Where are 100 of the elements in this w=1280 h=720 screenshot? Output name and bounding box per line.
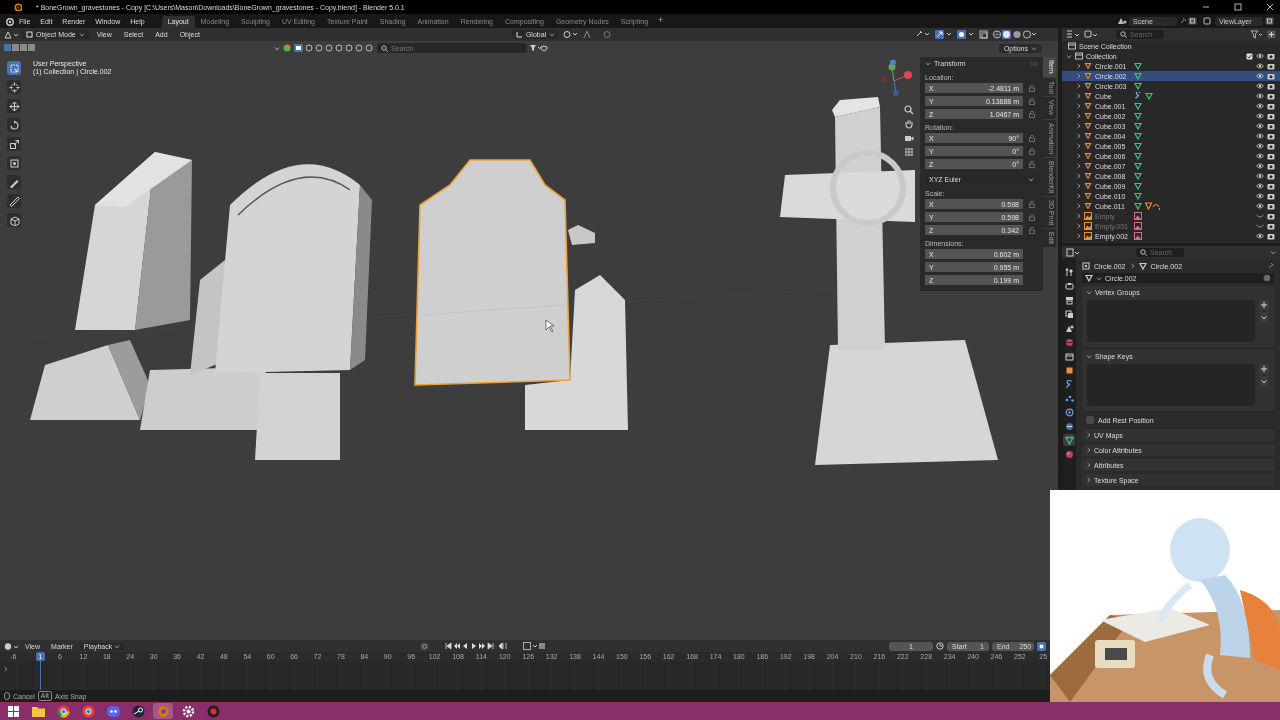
- eye-icon[interactable]: [1256, 183, 1264, 189]
- selection-modes-icon[interactable]: [4, 44, 38, 52]
- camera-icon[interactable]: [1267, 62, 1275, 70]
- properties-tab[interactable]: [1063, 350, 1075, 362]
- eye-icon[interactable]: [1256, 143, 1264, 149]
- camera-icon[interactable]: [1267, 222, 1275, 230]
- gizmo-toggle-icon[interactable]: [935, 30, 953, 39]
- tool-button[interactable]: [7, 156, 21, 170]
- caret-icon[interactable]: [925, 61, 931, 66]
- caret-icon[interactable]: [1086, 462, 1091, 468]
- grid-icon[interactable]: [904, 147, 914, 157]
- caret-icon[interactable]: [1086, 432, 1091, 438]
- camera-icon[interactable]: [1267, 182, 1275, 190]
- new-collection-icon[interactable]: [1267, 30, 1276, 39]
- dropdown-caret-icon[interactable]: [549, 32, 556, 37]
- dropdown-caret-icon[interactable]: [78, 32, 85, 37]
- editor-type-icon[interactable]: [1066, 247, 1080, 257]
- tool-button[interactable]: [7, 194, 21, 208]
- new-scene-icon[interactable]: [1188, 17, 1197, 25]
- eye-icon[interactable]: [1256, 83, 1264, 89]
- caret-icon[interactable]: [1086, 289, 1092, 295]
- time-settings-icon[interactable]: [1037, 641, 1046, 651]
- playback-controls-icon[interactable]: [445, 642, 510, 650]
- eye-icon[interactable]: [1256, 103, 1264, 109]
- properties-tab[interactable]: [1063, 266, 1075, 278]
- pin-icon[interactable]: [1179, 17, 1186, 25]
- minimize-icon[interactable]: [1202, 3, 1210, 11]
- camera-icon[interactable]: [1267, 102, 1275, 110]
- eye-icon[interactable]: [1256, 93, 1264, 99]
- camera-icon[interactable]: [1267, 142, 1275, 150]
- unlocked-icon[interactable]: [1029, 227, 1035, 234]
- camera-icon[interactable]: [1267, 72, 1275, 80]
- tool-button[interactable]: [7, 61, 21, 75]
- eye-icon[interactable]: [1256, 153, 1264, 159]
- visibility-icon[interactable]: [915, 30, 931, 39]
- object-type-filters-icon[interactable]: [293, 44, 374, 52]
- view-layer-icon[interactable]: [1203, 17, 1213, 25]
- caret-icon[interactable]: [1096, 275, 1102, 281]
- camera-icon[interactable]: [1267, 162, 1275, 170]
- properties-tab[interactable]: [1063, 308, 1075, 320]
- camera-icon[interactable]: [1267, 92, 1275, 100]
- eye-icon[interactable]: [1256, 233, 1264, 239]
- camera-icon[interactable]: [1267, 52, 1275, 60]
- camera-icon[interactable]: [1267, 212, 1275, 220]
- add-button[interactable]: [1259, 300, 1269, 310]
- eye-icon[interactable]: [1256, 63, 1264, 69]
- hand-icon[interactable]: [904, 119, 914, 129]
- eye-icon[interactable]: [1256, 173, 1264, 179]
- unlocked-icon[interactable]: [1029, 201, 1035, 208]
- eye-icon[interactable]: [1256, 133, 1264, 139]
- eye-icon[interactable]: [1256, 53, 1264, 59]
- xray-icon[interactable]: [979, 30, 988, 39]
- add-workspace-button[interactable]: +: [654, 16, 668, 28]
- camera-icon[interactable]: [1267, 112, 1275, 120]
- pivot-icon[interactable]: [563, 30, 580, 39]
- dropdown-caret-icon[interactable]: [1028, 176, 1034, 182]
- camera-icon[interactable]: [904, 133, 914, 143]
- camera-icon[interactable]: [1267, 132, 1275, 140]
- tool-button[interactable]: [7, 213, 21, 227]
- zoom-icon[interactable]: [904, 105, 914, 115]
- properties-tab[interactable]: [1063, 434, 1075, 446]
- clock-icon[interactable]: [936, 642, 944, 650]
- eye-icon[interactable]: [1256, 73, 1264, 79]
- unlocked-icon[interactable]: [1029, 98, 1035, 105]
- camera-icon[interactable]: [1267, 122, 1275, 130]
- add-button[interactable]: [1259, 364, 1269, 374]
- menu-button[interactable]: [1259, 312, 1269, 322]
- scene-icon[interactable]: [1117, 17, 1127, 25]
- camera-icon[interactable]: [1267, 192, 1275, 200]
- eye-icon[interactable]: [1256, 123, 1264, 129]
- shading-modes-icon[interactable]: [992, 30, 1036, 39]
- display-mode-icon[interactable]: [1066, 30, 1080, 39]
- camera-icon[interactable]: [1267, 82, 1275, 90]
- dropdown-caret-icon[interactable]: [1031, 45, 1037, 51]
- filter-view-icon[interactable]: [1084, 30, 1098, 39]
- caret-icon[interactable]: [1086, 447, 1091, 453]
- fake-user-icon[interactable]: [1263, 274, 1271, 282]
- unlocked-icon[interactable]: [1029, 148, 1035, 155]
- unlocked-icon[interactable]: [1029, 111, 1035, 118]
- unlocked-icon[interactable]: [1029, 214, 1035, 221]
- tool-button[interactable]: [7, 99, 21, 113]
- filter-icon[interactable]: [1251, 30, 1263, 39]
- menu-button[interactable]: [1259, 376, 1269, 386]
- camera-icon[interactable]: [1267, 232, 1275, 240]
- separator-icon[interactable]: [1129, 263, 1135, 269]
- dropdown-caret-icon[interactable]: [114, 643, 121, 649]
- caret-icon[interactable]: [1086, 477, 1091, 483]
- pin-icon[interactable]: [1267, 262, 1274, 270]
- checkbox[interactable]: [1086, 416, 1094, 424]
- caret-icon[interactable]: [1270, 249, 1276, 255]
- maximize-icon[interactable]: [1234, 3, 1242, 11]
- properties-tab[interactable]: [1063, 294, 1075, 306]
- expand-caret-icon[interactable]: [3, 666, 8, 672]
- properties-tab[interactable]: [1063, 406, 1075, 418]
- camera-icon[interactable]: [1267, 152, 1275, 160]
- caret-icon[interactable]: [1086, 353, 1092, 359]
- overlay-toggle-icon[interactable]: [957, 30, 975, 39]
- blender-logo-icon[interactable]: [5, 16, 14, 26]
- properties-tab[interactable]: [1063, 420, 1075, 432]
- unlocked-icon[interactable]: [1029, 161, 1035, 168]
